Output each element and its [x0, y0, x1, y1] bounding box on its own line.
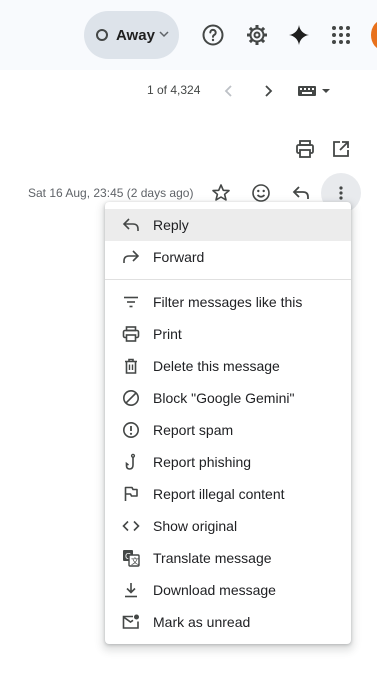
menu-item-report-spam[interactable]: Report spam [105, 414, 351, 446]
menu-item-label: Download message [153, 582, 276, 598]
forward-icon [121, 247, 141, 267]
menu-item-forward[interactable]: Forward [105, 241, 351, 273]
menu-item-delete[interactable]: Delete this message [105, 350, 351, 382]
svg-text:文: 文 [131, 556, 139, 566]
print-all-icon[interactable] [293, 137, 317, 161]
menu-item-label: Reply [153, 217, 189, 233]
pager-count: 1 of 4,324 [147, 83, 201, 97]
menu-item-label: Show original [153, 518, 238, 534]
newer-chevron-left-icon[interactable] [217, 79, 241, 103]
status-button[interactable]: Away [84, 11, 179, 59]
filter-icon [121, 292, 141, 312]
status-away-icon [96, 29, 108, 41]
menu-item-translate[interactable]: G文 Translate message [105, 542, 351, 574]
phishing-hook-icon [121, 452, 141, 472]
menu-item-label: Report phishing [153, 454, 252, 470]
menu-item-label: Filter messages like this [153, 294, 303, 310]
message-more-menu: Reply Forward Filter messages like this … [105, 202, 351, 644]
menu-item-report-phishing[interactable]: Report phishing [105, 446, 351, 478]
top-header: Away [0, 0, 377, 70]
older-chevron-right-icon[interactable] [256, 79, 280, 103]
menu-item-label: Translate message [153, 550, 272, 566]
menu-item-label: Print [153, 326, 182, 342]
reply-icon [121, 215, 141, 235]
menu-item-block-sender[interactable]: Block "Google Gemini" [105, 382, 351, 414]
avatar[interactable] [371, 20, 377, 50]
menu-item-label: Mark as unread [153, 614, 251, 630]
more-vert-icon [339, 186, 343, 200]
menu-item-download[interactable]: Download message [105, 574, 351, 606]
input-tools-keyboard-icon[interactable] [294, 79, 334, 103]
download-icon [121, 580, 141, 600]
chevron-down-icon [159, 31, 169, 38]
menu-item-report-illegal[interactable]: Report illegal content [105, 478, 351, 510]
code-icon [121, 516, 141, 536]
menu-divider [105, 279, 351, 280]
status-label: Away [116, 26, 155, 44]
settings-icon[interactable] [241, 19, 273, 51]
translate-icon: G文 [121, 548, 141, 568]
menu-item-label: Delete this message [153, 358, 280, 374]
apps-icon[interactable] [325, 19, 357, 51]
flag-icon [121, 484, 141, 504]
menu-item-show-original[interactable]: Show original [105, 510, 351, 542]
help-icon[interactable] [197, 19, 229, 51]
mark-unread-icon [121, 612, 141, 632]
menu-item-label: Forward [153, 249, 205, 265]
block-icon [121, 388, 141, 408]
trash-icon [121, 356, 141, 376]
menu-item-print[interactable]: Print [105, 318, 351, 350]
open-in-new-window-icon[interactable] [329, 137, 353, 161]
report-spam-icon [121, 420, 141, 440]
menu-item-label: Block "Google Gemini" [153, 390, 295, 406]
menu-item-label: Report spam [153, 422, 234, 438]
menu-item-label: Report illegal content [153, 486, 285, 502]
menu-item-reply[interactable]: Reply [105, 209, 351, 241]
menu-item-filter[interactable]: Filter messages like this [105, 286, 351, 318]
menu-item-mark-unread[interactable]: Mark as unread [105, 606, 351, 638]
message-date: Sat 16 Aug, 23:45 (2 days ago) [28, 186, 194, 200]
gemini-icon[interactable] [283, 19, 315, 51]
print-icon [121, 324, 141, 344]
